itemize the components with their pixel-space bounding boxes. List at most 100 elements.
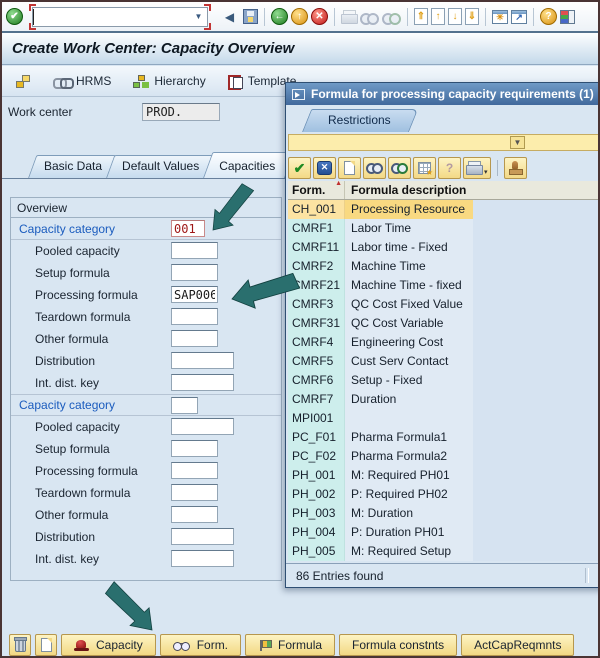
cell-form: CMRF5 [288, 352, 345, 371]
formula-row-ph-001[interactable]: PH_001 M: Required PH01 [288, 466, 598, 485]
create-button[interactable] [35, 634, 57, 656]
print-icon[interactable] [341, 10, 358, 24]
formula-row-ph-002[interactable]: PH_002 P: Required PH02 [288, 485, 598, 504]
field-other-formula[interactable] [171, 330, 218, 347]
formula-row-cmrf21[interactable]: CMRF21 Machine Time - fixed [288, 276, 598, 295]
field-row: Processing formula [11, 284, 281, 306]
field-capacity-category-2[interactable] [171, 397, 198, 414]
cell-description: Processing Resource [345, 200, 473, 219]
formula-row-ph-004[interactable]: PH_004 P: Duration PH01 [288, 523, 598, 542]
formula-row-ch-001[interactable]: CH_001 Processing Resource [288, 200, 598, 219]
formula-row-cmrf6[interactable]: CMRF6 Setup - Fixed [288, 371, 598, 390]
back-icon[interactable]: ← [271, 8, 288, 25]
field-pooled-capacity[interactable] [171, 242, 218, 259]
tab-restrictions-label: Restrictions [328, 113, 391, 127]
column-form[interactable]: Form. ▲ [288, 180, 345, 199]
find-button[interactable] [363, 156, 386, 179]
first-page-icon[interactable]: ⇑ [414, 8, 428, 25]
work-center-label: Work center [8, 105, 73, 119]
filter-bar: ▼ [288, 134, 598, 151]
field-capacity-category[interactable] [171, 220, 205, 237]
confirm-button[interactable]: ✔ [288, 156, 311, 179]
formula-row-pc-f01[interactable]: PC_F01 Pharma Formula1 [288, 428, 598, 447]
create-entry-button[interactable] [338, 156, 361, 179]
find-next-button[interactable] [388, 156, 411, 179]
formula-row-mpi001[interactable]: MPI001 [288, 409, 598, 428]
previous-page-icon[interactable]: ↑ [431, 8, 445, 25]
toolbar-separator [264, 7, 265, 26]
field-setup-formula[interactable] [171, 264, 218, 281]
save-icon[interactable] [243, 9, 258, 24]
filter-icon[interactable]: ▼ [510, 136, 525, 149]
tab-default-values[interactable]: Default Values [106, 155, 209, 178]
close-button[interactable]: ✕ [313, 156, 336, 179]
glasses-icon [172, 640, 190, 651]
formula-row-cmrf2[interactable]: CMRF2 Machine Time [288, 257, 598, 276]
tab-restrictions[interactable]: Restrictions [302, 109, 409, 132]
dialog-titlebar[interactable]: Formula for processing capacity requirem… [286, 83, 598, 105]
dialog-window-icon [292, 88, 305, 100]
formula-row-cmrf7[interactable]: CMRF7 Duration [288, 390, 598, 409]
last-page-icon[interactable]: ⇓ [465, 8, 479, 25]
formula-row-ph-003[interactable]: PH_003 M: Duration [288, 504, 598, 523]
hrms-button[interactable]: HRMS [47, 71, 117, 91]
field-int-dist-key-2[interactable] [171, 550, 234, 567]
formula-row-pc-f02[interactable]: PC_F02 Pharma Formula2 [288, 447, 598, 466]
page-title: Create Work Center: Capacity Overview [12, 40, 295, 57]
formula-row-ph-005[interactable]: PH_005 M: Required Setup [288, 542, 598, 561]
formula-row-cmrf11[interactable]: CMRF11 Labor time - Fixed [288, 238, 598, 257]
field-distribution[interactable] [171, 352, 234, 369]
cancel-icon[interactable]: ✕ [311, 8, 328, 25]
field-teardown-formula-2[interactable] [171, 484, 218, 501]
enter-icon[interactable]: ✔ [6, 8, 23, 25]
customize-icon[interactable] [560, 9, 575, 24]
command-field[interactable]: ▼ [29, 3, 211, 30]
formula-row-cmrf31[interactable]: CMRF31 QC Cost Variable [288, 314, 598, 333]
next-page-icon[interactable]: ↓ [448, 8, 462, 25]
formula-row-cmrf5[interactable]: CMRF5 Cust Serv Contact [288, 352, 598, 371]
capacity-hat-icon [74, 639, 89, 651]
multiple-selection-button[interactable]: ★ [413, 156, 436, 179]
find-icon[interactable] [360, 11, 379, 25]
find-next-icon[interactable] [382, 11, 401, 25]
field-other-formula-2[interactable] [171, 506, 218, 523]
work-center-field[interactable] [142, 103, 220, 121]
field-pooled-capacity-2[interactable] [171, 418, 234, 435]
collapse-icon[interactable]: ◀ [219, 6, 240, 27]
cell-description: Duration [345, 390, 473, 409]
label-capacity-category: Capacity category [19, 221, 116, 236]
exit-icon[interactable]: ↑ [291, 8, 308, 25]
cell-description: P: Duration PH01 [345, 523, 473, 542]
template-icon [227, 74, 243, 90]
formula-button[interactable]: Formula [245, 634, 336, 656]
column-formula-description[interactable]: Formula description [345, 181, 598, 199]
help-icon[interactable]: ? [540, 8, 557, 25]
formula-constants-button[interactable]: Formula constnts [339, 634, 458, 656]
formula-row-cmrf1[interactable]: CMRF1 Labor Time [288, 219, 598, 238]
shortcut-icon[interactable]: ↗ [511, 9, 527, 24]
toolbar-separator [533, 7, 534, 26]
form-button[interactable]: Form. [159, 634, 242, 656]
formula-row-cmrf4[interactable]: CMRF4 Engineering Cost [288, 333, 598, 352]
field-distribution-2[interactable] [171, 528, 234, 545]
personal-value-list-button[interactable] [503, 156, 527, 179]
hierarchy-up-button[interactable] [10, 72, 37, 91]
field-processing-formula-2[interactable] [171, 462, 218, 479]
tab-basic-data[interactable]: Basic Data [28, 155, 112, 178]
new-session-icon[interactable]: ✳ [492, 9, 508, 24]
command-input[interactable] [33, 8, 190, 25]
tab-capacities[interactable]: Capacities [203, 152, 285, 178]
field-processing-formula[interactable] [171, 286, 218, 303]
hierarchy-button[interactable]: Hierarchy [127, 71, 211, 91]
print-button[interactable]: ▾ [463, 156, 491, 179]
toolbar-separator [334, 7, 335, 26]
formula-row-cmrf3[interactable]: CMRF3 QC Cost Fixed Value [288, 295, 598, 314]
delete-button[interactable] [9, 634, 31, 656]
cell-form: PH_003 [288, 504, 345, 523]
field-int-dist-key[interactable] [171, 374, 234, 391]
field-teardown-formula[interactable] [171, 308, 218, 325]
capacity-button[interactable]: Capacity [61, 634, 156, 656]
help-button[interactable]: ? [438, 156, 461, 179]
field-setup-formula-2[interactable] [171, 440, 218, 457]
act-cap-reqmnts-button[interactable]: ActCapReqmnts [461, 634, 575, 656]
